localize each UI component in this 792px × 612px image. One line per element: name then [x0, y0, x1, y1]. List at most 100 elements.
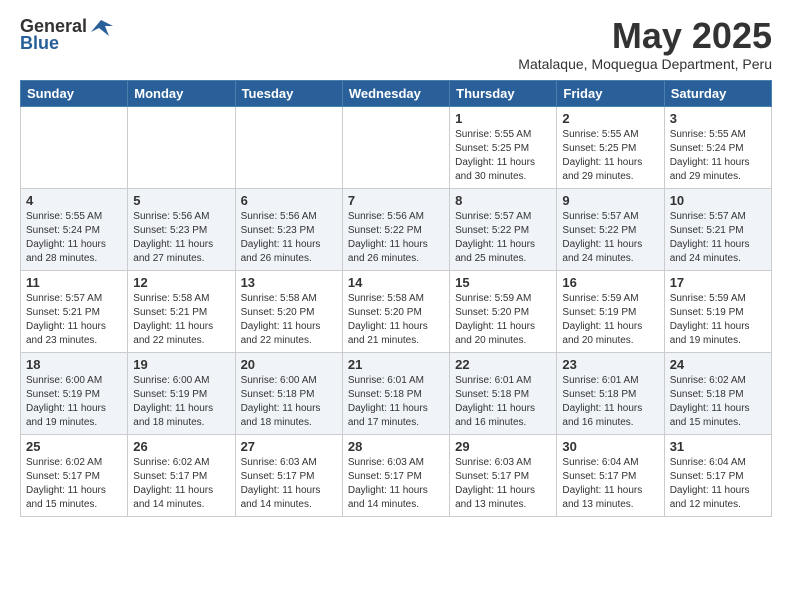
- day-number: 11: [26, 275, 122, 290]
- col-header-saturday: Saturday: [664, 80, 771, 106]
- day-number: 4: [26, 193, 122, 208]
- calendar-cell: 9 Sunrise: 5:57 AM Sunset: 5:22 PM Daylig…: [557, 188, 664, 270]
- calendar-cell: 12 Sunrise: 5:58 AM Sunset: 5:21 PM Dayli…: [128, 270, 235, 352]
- calendar-header-row: SundayMondayTuesdayWednesdayThursdayFrid…: [21, 80, 772, 106]
- day-number: 31: [670, 439, 766, 454]
- day-number: 8: [455, 193, 551, 208]
- day-number: 30: [562, 439, 658, 454]
- day-number: 7: [348, 193, 444, 208]
- day-info: Sunrise: 6:01 AM Sunset: 5:18 PM Dayligh…: [562, 374, 658, 430]
- day-number: 16: [562, 275, 658, 290]
- calendar-cell: 13 Sunrise: 5:58 AM Sunset: 5:20 PM Dayli…: [235, 270, 342, 352]
- day-info: Sunrise: 5:56 AM Sunset: 5:23 PM Dayligh…: [241, 210, 337, 266]
- day-info: Sunrise: 5:55 AM Sunset: 5:25 PM Dayligh…: [455, 128, 551, 184]
- calendar-cell: 21 Sunrise: 6:01 AM Sunset: 5:18 PM Dayli…: [342, 352, 449, 434]
- day-number: 20: [241, 357, 337, 372]
- calendar-cell: 31 Sunrise: 6:04 AM Sunset: 5:17 PM Dayli…: [664, 434, 771, 516]
- calendar-cell: [128, 106, 235, 188]
- calendar-cell: 4 Sunrise: 5:55 AM Sunset: 5:24 PM Daylig…: [21, 188, 128, 270]
- calendar-cell: 17 Sunrise: 5:59 AM Sunset: 5:19 PM Dayli…: [664, 270, 771, 352]
- day-info: Sunrise: 6:02 AM Sunset: 5:18 PM Dayligh…: [670, 374, 766, 430]
- day-info: Sunrise: 5:55 AM Sunset: 5:24 PM Dayligh…: [670, 128, 766, 184]
- calendar-week-row: 11 Sunrise: 5:57 AM Sunset: 5:21 PM Dayli…: [21, 270, 772, 352]
- day-info: Sunrise: 6:04 AM Sunset: 5:17 PM Dayligh…: [670, 456, 766, 512]
- calendar-cell: 14 Sunrise: 5:58 AM Sunset: 5:20 PM Dayli…: [342, 270, 449, 352]
- day-info: Sunrise: 6:03 AM Sunset: 5:17 PM Dayligh…: [348, 456, 444, 512]
- day-info: Sunrise: 6:03 AM Sunset: 5:17 PM Dayligh…: [241, 456, 337, 512]
- calendar-cell: 19 Sunrise: 6:00 AM Sunset: 5:19 PM Dayli…: [128, 352, 235, 434]
- day-number: 26: [133, 439, 229, 454]
- day-number: 22: [455, 357, 551, 372]
- day-number: 1: [455, 111, 551, 126]
- day-info: Sunrise: 6:02 AM Sunset: 5:17 PM Dayligh…: [133, 456, 229, 512]
- day-info: Sunrise: 5:56 AM Sunset: 5:22 PM Dayligh…: [348, 210, 444, 266]
- day-info: Sunrise: 5:59 AM Sunset: 5:19 PM Dayligh…: [670, 292, 766, 348]
- calendar-week-row: 1 Sunrise: 5:55 AM Sunset: 5:25 PM Daylig…: [21, 106, 772, 188]
- col-header-friday: Friday: [557, 80, 664, 106]
- calendar-cell: 2 Sunrise: 5:55 AM Sunset: 5:25 PM Daylig…: [557, 106, 664, 188]
- calendar-cell: 7 Sunrise: 5:56 AM Sunset: 5:22 PM Daylig…: [342, 188, 449, 270]
- day-info: Sunrise: 6:04 AM Sunset: 5:17 PM Dayligh…: [562, 456, 658, 512]
- day-number: 9: [562, 193, 658, 208]
- day-info: Sunrise: 5:59 AM Sunset: 5:19 PM Dayligh…: [562, 292, 658, 348]
- day-info: Sunrise: 5:55 AM Sunset: 5:25 PM Dayligh…: [562, 128, 658, 184]
- day-number: 5: [133, 193, 229, 208]
- day-info: Sunrise: 5:57 AM Sunset: 5:21 PM Dayligh…: [670, 210, 766, 266]
- calendar-cell: 29Sunrise: 6:03 AM Sunset: 5:17 PM Dayli…: [450, 434, 557, 516]
- col-header-monday: Monday: [128, 80, 235, 106]
- day-number: 19: [133, 357, 229, 372]
- day-info: Sunrise: 5:57 AM Sunset: 5:22 PM Dayligh…: [562, 210, 658, 266]
- logo-bird-icon: [91, 18, 113, 36]
- day-number: 17: [670, 275, 766, 290]
- calendar-cell: 22Sunrise: 6:01 AM Sunset: 5:18 PM Dayli…: [450, 352, 557, 434]
- day-number: 10: [670, 193, 766, 208]
- calendar-table: SundayMondayTuesdayWednesdayThursdayFrid…: [20, 80, 772, 517]
- day-info: Sunrise: 6:01 AM Sunset: 5:18 PM Dayligh…: [348, 374, 444, 430]
- calendar-cell: 25Sunrise: 6:02 AM Sunset: 5:17 PM Dayli…: [21, 434, 128, 516]
- day-number: 29: [455, 439, 551, 454]
- day-number: 6: [241, 193, 337, 208]
- day-info: Sunrise: 6:00 AM Sunset: 5:18 PM Dayligh…: [241, 374, 337, 430]
- day-info: Sunrise: 5:55 AM Sunset: 5:24 PM Dayligh…: [26, 210, 122, 266]
- col-header-wednesday: Wednesday: [342, 80, 449, 106]
- calendar-cell: 18Sunrise: 6:00 AM Sunset: 5:19 PM Dayli…: [21, 352, 128, 434]
- calendar-cell: 1 Sunrise: 5:55 AM Sunset: 5:25 PM Daylig…: [450, 106, 557, 188]
- day-info: Sunrise: 5:59 AM Sunset: 5:20 PM Dayligh…: [455, 292, 551, 348]
- calendar-cell: 28 Sunrise: 6:03 AM Sunset: 5:17 PM Dayli…: [342, 434, 449, 516]
- day-info: Sunrise: 5:57 AM Sunset: 5:21 PM Dayligh…: [26, 292, 122, 348]
- day-info: Sunrise: 5:58 AM Sunset: 5:20 PM Dayligh…: [241, 292, 337, 348]
- day-info: Sunrise: 6:00 AM Sunset: 5:19 PM Dayligh…: [26, 374, 122, 430]
- calendar-cell: 30 Sunrise: 6:04 AM Sunset: 5:17 PM Dayli…: [557, 434, 664, 516]
- day-number: 2: [562, 111, 658, 126]
- calendar-cell: 15 Sunrise: 5:59 AM Sunset: 5:20 PM Dayli…: [450, 270, 557, 352]
- calendar-cell: 23 Sunrise: 6:01 AM Sunset: 5:18 PM Dayli…: [557, 352, 664, 434]
- calendar-cell: [235, 106, 342, 188]
- calendar-cell: 5 Sunrise: 5:56 AM Sunset: 5:23 PM Daylig…: [128, 188, 235, 270]
- calendar-cell: 10 Sunrise: 5:57 AM Sunset: 5:21 PM Dayli…: [664, 188, 771, 270]
- day-info: Sunrise: 5:58 AM Sunset: 5:20 PM Dayligh…: [348, 292, 444, 348]
- day-number: 21: [348, 357, 444, 372]
- day-number: 15: [455, 275, 551, 290]
- day-info: Sunrise: 6:02 AM Sunset: 5:17 PM Dayligh…: [26, 456, 122, 512]
- calendar-cell: 6 Sunrise: 5:56 AM Sunset: 5:23 PM Daylig…: [235, 188, 342, 270]
- calendar-cell: 27Sunrise: 6:03 AM Sunset: 5:17 PM Dayli…: [235, 434, 342, 516]
- day-number: 3: [670, 111, 766, 126]
- calendar-cell: [342, 106, 449, 188]
- calendar-cell: 8Sunrise: 5:57 AM Sunset: 5:22 PM Daylig…: [450, 188, 557, 270]
- calendar-cell: 26 Sunrise: 6:02 AM Sunset: 5:17 PM Dayli…: [128, 434, 235, 516]
- day-number: 13: [241, 275, 337, 290]
- day-number: 12: [133, 275, 229, 290]
- title-area: May 2025 Matalaque, Moquegua Department,…: [518, 16, 772, 72]
- day-number: 28: [348, 439, 444, 454]
- location-title: Matalaque, Moquegua Department, Peru: [518, 56, 772, 72]
- day-number: 14: [348, 275, 444, 290]
- day-info: Sunrise: 5:56 AM Sunset: 5:23 PM Dayligh…: [133, 210, 229, 266]
- day-number: 23: [562, 357, 658, 372]
- day-number: 24: [670, 357, 766, 372]
- day-info: Sunrise: 5:58 AM Sunset: 5:21 PM Dayligh…: [133, 292, 229, 348]
- col-header-thursday: Thursday: [450, 80, 557, 106]
- calendar-week-row: 25Sunrise: 6:02 AM Sunset: 5:17 PM Dayli…: [21, 434, 772, 516]
- calendar-cell: 11 Sunrise: 5:57 AM Sunset: 5:21 PM Dayli…: [21, 270, 128, 352]
- day-info: Sunrise: 6:00 AM Sunset: 5:19 PM Dayligh…: [133, 374, 229, 430]
- month-title: May 2025: [518, 16, 772, 56]
